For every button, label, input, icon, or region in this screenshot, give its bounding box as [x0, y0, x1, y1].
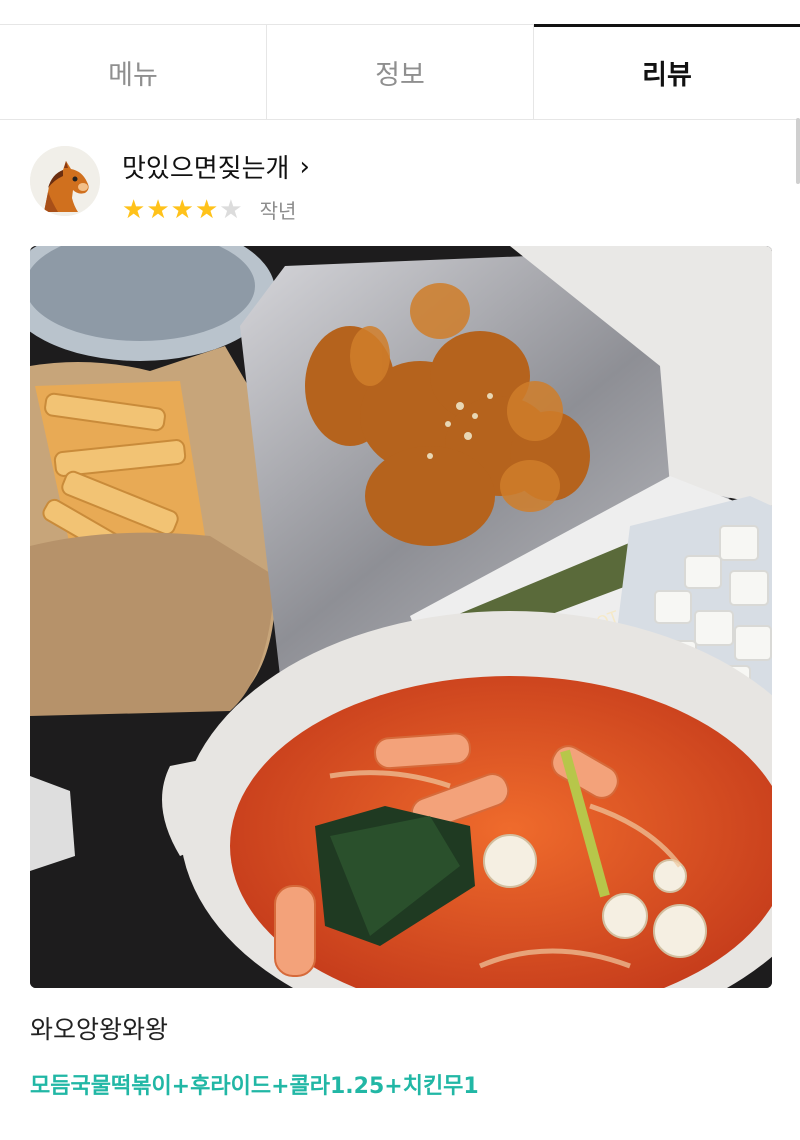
star-icon: ★	[219, 194, 243, 225]
star-rating: ★ ★ ★ ★ ★	[122, 197, 244, 223]
ordered-menu[interactable]: 모듬국물떡볶이+후라이드+콜라1.25+치킨무1	[30, 1068, 479, 1100]
tab-info[interactable]: 정보	[266, 25, 533, 119]
scrollbar[interactable]	[796, 118, 800, 184]
review-body: 와오앙왕와왕	[30, 1015, 169, 1044]
status-area	[0, 0, 800, 24]
reviewer-name[interactable]: 맛있으면짖는개 ›	[122, 148, 310, 185]
review-header: 맛있으면짖는개 › ★ ★ ★ ★ ★ 작년	[30, 146, 310, 224]
horse-avatar-icon[interactable]	[30, 146, 100, 216]
star-icon: ★	[194, 194, 219, 225]
tab-bar: 메뉴 정보 리뷰	[0, 24, 800, 120]
star-icon: ★	[122, 194, 146, 225]
review-photo[interactable]: HONEY GARLIC HOT	[30, 246, 772, 988]
review-date: 작년	[259, 199, 297, 223]
chevron-right-icon: ›	[299, 151, 310, 182]
tab-menu[interactable]: 메뉴	[0, 25, 266, 119]
reviewer-nickname: 맛있으면짖는개	[122, 154, 290, 184]
star-icon: ★	[170, 194, 194, 225]
tab-reviews[interactable]: 리뷰	[533, 24, 800, 119]
star-icon: ★	[146, 194, 170, 225]
